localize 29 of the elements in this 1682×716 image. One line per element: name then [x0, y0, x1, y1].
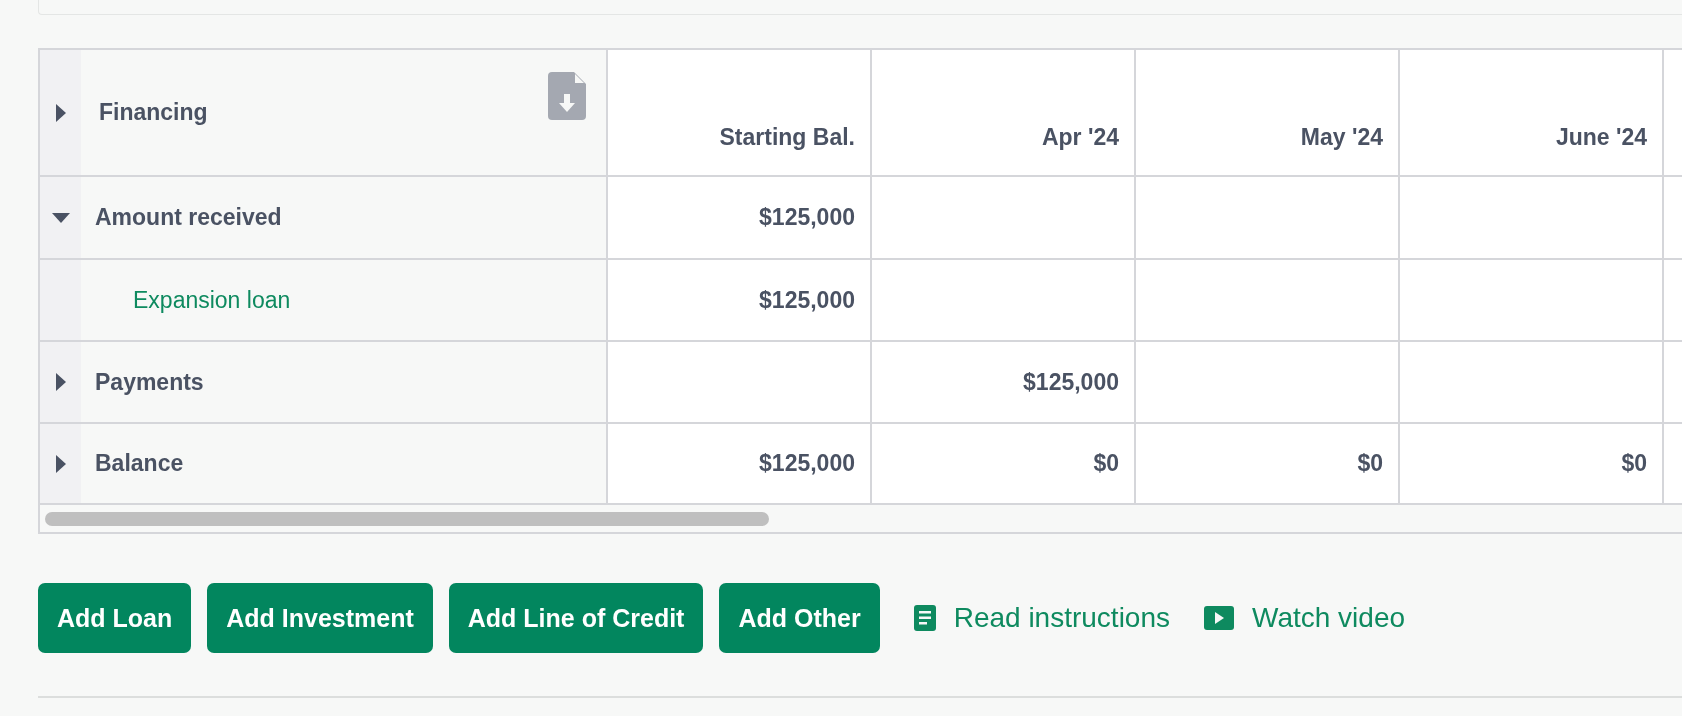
add-button[interactable]: Add Line of Credit: [448, 583, 704, 653]
caret-right-icon[interactable]: [55, 373, 66, 391]
row-label: Amount received: [95, 204, 282, 231]
column-header: Starting Bal.: [608, 50, 872, 175]
play-icon: [1204, 606, 1234, 630]
caret-down-icon[interactable]: [51, 212, 70, 223]
caret-right-icon[interactable]: [55, 454, 66, 473]
row-sublabel: Expansion loan: [133, 286, 291, 314]
row-label: Payments: [95, 368, 204, 396]
table-cell: $0: [1136, 424, 1400, 503]
instructions-link[interactable]: Read instructions: [913, 602, 1170, 634]
caret-right-icon[interactable]: [55, 103, 66, 122]
row-label: Balance: [95, 450, 184, 477]
add-button[interactable]: Add Loan: [38, 583, 192, 653]
document-icon: [913, 605, 936, 631]
table-cell: $125,000: [608, 424, 872, 503]
table-cell: $125,000: [608, 177, 872, 258]
add-button[interactable]: Add Other: [719, 583, 880, 653]
scrollbar-thumb[interactable]: [45, 511, 769, 526]
table-title: Financing: [99, 99, 208, 126]
column-header: Apr '24: [872, 50, 1136, 175]
column-header: May '24: [1136, 50, 1400, 175]
table-cell: $0: [872, 424, 1136, 503]
column-header: June '24: [1400, 50, 1664, 175]
table-cell: $125,000: [608, 260, 872, 340]
table-cell: $0: [1400, 424, 1664, 503]
add-button[interactable]: Add Investment: [207, 583, 433, 653]
table-cell: $125,000: [872, 342, 1136, 422]
video-link[interactable]: Watch video: [1204, 602, 1406, 634]
